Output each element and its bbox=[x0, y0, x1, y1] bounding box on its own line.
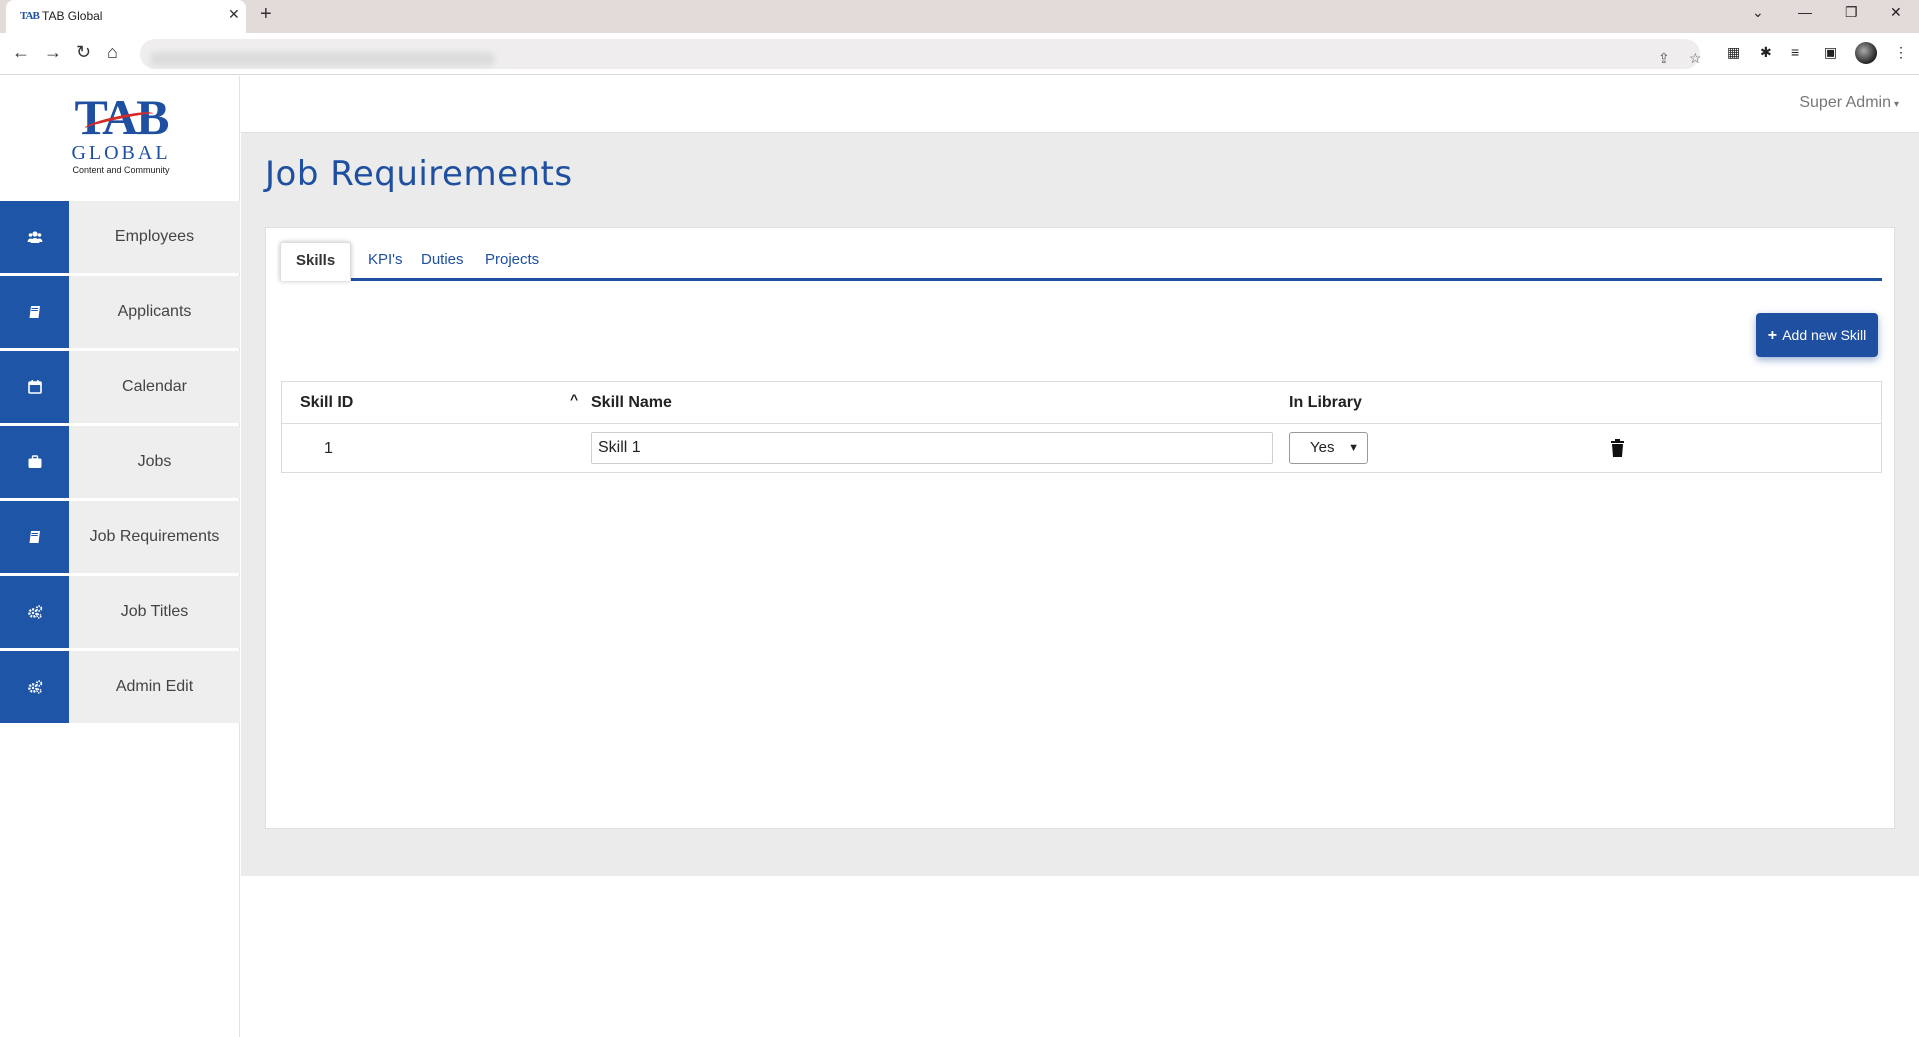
new-tab-button[interactable]: + bbox=[260, 3, 272, 26]
skill-name-input[interactable] bbox=[591, 432, 1273, 464]
extension-icon[interactable]: ▦ bbox=[1727, 44, 1740, 61]
footer-area bbox=[241, 876, 1919, 1037]
tab-projects[interactable]: Projects bbox=[485, 251, 539, 268]
tab-global-logo[interactable]: TAB GLOBAL Content and Community bbox=[66, 92, 176, 182]
sidebar-item-job-requirements[interactable]: Job Requirements bbox=[0, 501, 240, 573]
in-library-value: Yes bbox=[1310, 439, 1335, 456]
column-header-skill-name[interactable]: Skill Name bbox=[591, 382, 672, 423]
sidebar-item-label: Calendar bbox=[122, 378, 187, 395]
calendar-icon bbox=[0, 351, 69, 423]
chevron-down-icon: ▾ bbox=[1893, 99, 1899, 110]
page-title: Job Requirements bbox=[265, 154, 573, 194]
column-header-skill-id[interactable]: Skill ID bbox=[300, 382, 353, 423]
briefcase-icon bbox=[0, 426, 69, 498]
sidebar: TAB GLOBAL Content and Community Employe… bbox=[0, 76, 240, 1037]
trash-icon[interactable] bbox=[1610, 439, 1625, 457]
sidebar-item-label: Job Titles bbox=[120, 603, 189, 620]
plus-icon: + bbox=[1767, 327, 1778, 344]
sidebar-item-label: Jobs bbox=[137, 453, 172, 470]
book-icon bbox=[0, 501, 69, 573]
menu-dots-icon[interactable]: ⋮ bbox=[1894, 44, 1908, 61]
sidebar-item-label: Job Requirements bbox=[89, 528, 220, 545]
address-bar[interactable]: ⇪ ☆ bbox=[140, 39, 1702, 69]
tab-duties[interactable]: Duties bbox=[421, 251, 464, 268]
puzzle-icon[interactable]: ✱ bbox=[1760, 44, 1772, 61]
skill-id-cell: 1 bbox=[324, 440, 333, 457]
gears-icon bbox=[0, 651, 69, 723]
sidebar-item-applicants[interactable]: Applicants bbox=[0, 276, 240, 348]
tab-skills[interactable]: Skills bbox=[280, 242, 352, 281]
sidebar-item-admin-edit[interactable]: Admin Edit bbox=[0, 651, 240, 723]
address-text-redacted bbox=[150, 52, 495, 66]
top-bar: Super Admin ▾ bbox=[241, 76, 1919, 133]
restore-button[interactable]: ❐ bbox=[1845, 4, 1858, 21]
requirements-tabs: Skills KPI's Duties Projects bbox=[280, 242, 1882, 281]
column-header-in-library[interactable]: In Library bbox=[1289, 382, 1362, 423]
sidebar-item-employees[interactable]: Employees bbox=[0, 201, 240, 273]
requirements-card: Skills KPI's Duties Projects + Add new S… bbox=[265, 227, 1895, 829]
tab-search-icon[interactable]: ⌄ bbox=[1752, 4, 1764, 21]
reading-list-icon[interactable]: ≡ bbox=[1791, 44, 1799, 60]
share-icon[interactable]: ⇪ bbox=[1658, 50, 1670, 67]
logo-global-text: GLOBAL bbox=[71, 142, 171, 164]
browser-toolbar: ← → ↻ ⌂ ⇪ ☆ ▦ ✱ ≡ ▣ ⋮ bbox=[0, 33, 1919, 75]
add-new-skill-button[interactable]: + Add new Skill bbox=[1756, 313, 1878, 357]
sidebar-item-job-titles[interactable]: Job Titles bbox=[0, 576, 240, 648]
sidebar-item-label: Employees bbox=[114, 228, 195, 245]
home-icon[interactable]: ⌂ bbox=[107, 42, 118, 63]
browser-tab[interactable]: TAB TAB Global ✕ bbox=[6, 0, 246, 33]
sidebar-item-calendar[interactable]: Calendar bbox=[0, 351, 240, 423]
sidebar-item-jobs[interactable]: Jobs bbox=[0, 426, 240, 498]
in-library-select[interactable]: Yes ▼ bbox=[1289, 432, 1368, 464]
favicon-icon: TAB bbox=[20, 10, 40, 22]
logo-subtitle: Content and Community bbox=[72, 165, 170, 175]
header-divider bbox=[282, 423, 1881, 424]
user-menu[interactable]: Super Admin ▾ bbox=[1799, 94, 1899, 112]
minimize-button[interactable]: — bbox=[1798, 4, 1812, 20]
forward-icon[interactable]: → bbox=[44, 42, 62, 63]
reload-icon[interactable]: ↻ bbox=[76, 42, 91, 63]
book-icon bbox=[0, 276, 69, 348]
add-new-skill-label: Add new Skill bbox=[1782, 327, 1867, 343]
side-panel-icon[interactable]: ▣ bbox=[1824, 44, 1837, 61]
gears-icon bbox=[0, 576, 69, 648]
sidebar-item-label: Admin Edit bbox=[115, 678, 194, 695]
close-window-button[interactable]: ✕ bbox=[1890, 4, 1902, 21]
close-tab-icon[interactable]: ✕ bbox=[228, 6, 240, 23]
chevron-down-icon: ▼ bbox=[1348, 442, 1359, 454]
back-icon[interactable]: ← bbox=[12, 42, 30, 63]
users-icon bbox=[0, 201, 69, 273]
bookmark-star-icon[interactable]: ☆ bbox=[1689, 50, 1702, 67]
sort-ascending-icon[interactable]: ^ bbox=[570, 379, 578, 420]
profile-avatar[interactable] bbox=[1855, 42, 1877, 64]
tab-kpis[interactable]: KPI's bbox=[368, 251, 403, 268]
browser-tab-title: TAB Global bbox=[42, 9, 103, 23]
skills-table: Skill ID ^ Skill Name In Library 1 Yes ▼ bbox=[281, 381, 1882, 473]
sidebar-item-label: Applicants bbox=[117, 303, 192, 320]
user-name: Super Admin bbox=[1799, 94, 1891, 111]
browser-tab-strip: TAB TAB Global ✕ + ⌄ — ❐ ✕ bbox=[0, 0, 1919, 33]
